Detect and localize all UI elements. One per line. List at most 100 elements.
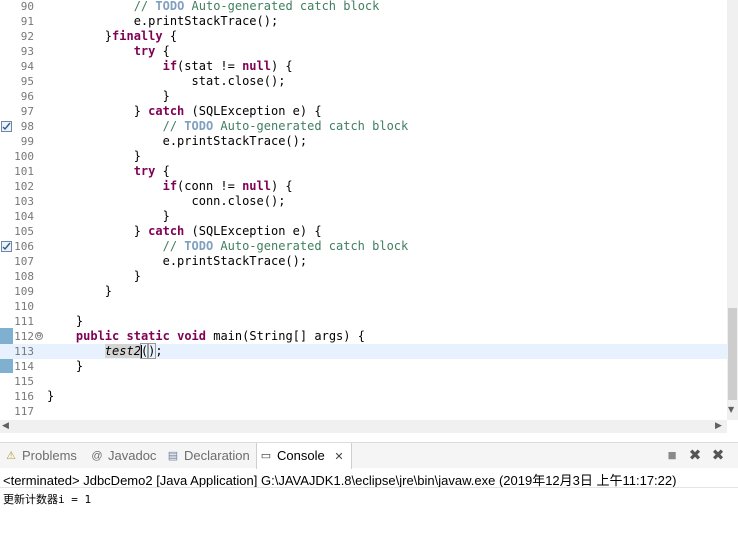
keyword-token: null [242,59,271,73]
fold-toggle-icon[interactable]: ⊖ [35,332,43,340]
code-token: } [47,209,170,223]
code-token: } [47,269,141,283]
code-line[interactable]: 100 } [0,149,727,164]
code-line[interactable]: 109 } [0,284,727,299]
remove-all-launches-button[interactable]: ✖ [709,447,727,465]
code-line[interactable]: 110 [0,299,727,314]
remove-launch-button[interactable]: ✖ [686,447,704,465]
tab-problems-label: Problems [22,448,77,463]
horizontal-scrollbar[interactable]: ◀ ▶ [0,420,727,433]
todo-token: TODO [184,239,214,253]
code-line[interactable]: 94 if(stat != null) { [0,59,727,74]
code-token: main(String[] args) { [206,329,365,343]
code-line[interactable]: 97 } catch (SQLException e) { [0,104,727,119]
code-line[interactable]: 106 // TODO Auto-generated catch block [0,239,727,254]
comment-token: Auto-generated catch block [213,119,409,133]
code-line[interactable]: 95 stat.close(); [0,74,727,89]
keyword-token: null [242,179,271,193]
line-number: 103 [14,195,34,208]
comment-token: Auto-generated catch block [213,239,409,253]
tab-javadoc[interactable]: @ Javadoc [88,443,162,469]
line-number: 115 [14,375,34,388]
line-code: } [47,269,141,284]
line-code: e.printStackTrace(); [47,134,308,149]
scroll-left-arrow-icon[interactable]: ◀ [2,421,9,431]
line-code: } [47,359,83,374]
line-number: 92 [20,30,34,43]
tab-console[interactable]: ▭ Console ✕ [256,443,352,469]
comment-token: Auto-generated catch block [184,0,380,13]
code-token: e.printStackTrace(); [47,134,308,148]
line-code: e.printStackTrace(); [47,254,308,269]
code-line[interactable]: 98 // TODO Auto-generated catch block [0,119,727,134]
line-code: test2(); [47,343,163,359]
code-line[interactable]: 114 } [0,359,727,374]
line-code: } catch (SQLException e) { [47,104,322,119]
line-number: 106 [14,240,34,253]
code-line[interactable]: 117 [0,404,727,419]
line-number: 97 [20,105,34,118]
scroll-down-arrow-icon[interactable]: ▼ [728,405,734,414]
line-number: 96 [20,90,34,103]
code-line[interactable]: 105 } catch (SQLException e) { [0,224,727,239]
line-code: try { [47,44,170,59]
vertical-scrollbar[interactable] [727,0,738,420]
keyword-token: static [126,329,170,343]
todo-token: TODO [184,119,214,133]
code-line[interactable]: 92 }finally { [0,29,727,44]
line-number: 109 [14,285,34,298]
comment-token: // [162,239,185,253]
code-line[interactable]: 116} [0,389,727,404]
code-line[interactable]: 115 [0,374,727,389]
comment-token: // [133,0,156,13]
task-marker-icon[interactable] [1,241,12,252]
line-code: } [47,209,170,224]
console-output[interactable]: 更新计数器i = 1 [3,491,91,507]
keyword-token: catch [148,104,185,118]
code-line[interactable]: 103 conn.close(); [0,194,727,209]
code-line[interactable]: 93 try { [0,44,727,59]
close-icon[interactable]: ✕ [334,451,343,463]
line-code: stat.close(); [47,74,285,89]
vertical-scroll-thumb[interactable] [728,308,737,400]
code-token: conn.close(); [47,194,286,208]
code-line[interactable]: 99 e.printStackTrace(); [0,134,727,149]
code-token: } [47,89,170,103]
bottom-panel-tab-bar: ⚠ Problems @ Javadoc ▤ Declaration ▭ Con… [0,442,738,469]
code-line[interactable]: 104 } [0,209,727,224]
code-editor[interactable]: 90 // TODO Auto-generated catch block 91 … [0,0,738,420]
javadoc-icon: @ [91,450,103,462]
code-token: stat.close(); [47,74,286,88]
code-line[interactable]: 91 e.printStackTrace(); [0,14,727,29]
code-token: } [47,104,149,118]
line-number: 91 [20,15,34,28]
code-token: (SQLException e) { [184,224,322,238]
keyword-token: if [162,179,178,193]
code-line[interactable]: 107 e.printStackTrace(); [0,254,727,269]
code-token: (stat != [177,59,243,73]
code-line[interactable]: 96 } [0,89,727,104]
current-line[interactable]: 113 test2(); [0,343,727,359]
line-number: 107 [14,255,34,268]
line-code: conn.close(); [47,194,285,209]
line-number: 93 [20,45,34,58]
line-number: 99 [20,135,34,148]
line-number: 112 [14,330,34,343]
line-number: 95 [20,75,34,88]
line-number: 108 [14,270,34,283]
tab-problems[interactable]: ⚠ Problems [2,443,86,469]
code-line[interactable]: 108 } [0,269,727,284]
code-line[interactable]: 112 ⊖ public static void main(String[] ar… [0,329,727,344]
code-line[interactable]: 101 try { [0,164,727,179]
code-line[interactable]: 90 // TODO Auto-generated catch block [0,0,727,14]
comment-token: // [162,119,185,133]
terminate-button[interactable]: ■ [663,447,681,465]
code-line[interactable]: 102 if(conn != null) { [0,179,727,194]
tab-javadoc-label: Javadoc [108,448,157,463]
task-marker-icon[interactable] [1,121,12,132]
code-line[interactable]: 111 } [0,314,727,329]
tab-declaration[interactable]: ▤ Declaration [164,443,254,469]
scroll-right-arrow-icon[interactable]: ▶ [715,421,722,431]
